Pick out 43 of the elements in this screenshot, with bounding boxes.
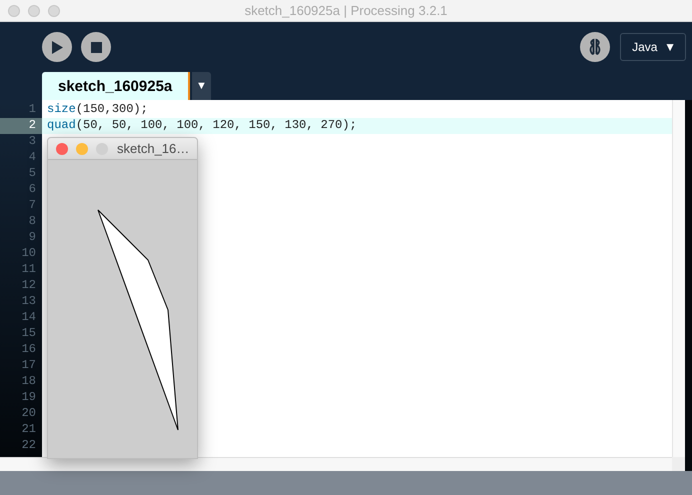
line-number: 4 [28,150,37,166]
window-title: sketch_160925a | Processing 3.2.1 [244,3,448,18]
zoom-button[interactable] [48,4,60,16]
line-number: 18 [20,374,37,390]
line-number: 20 [20,406,37,422]
run-button[interactable] [42,32,72,62]
line-number: 22 [20,438,37,454]
line-number: 12 [20,278,37,294]
line-number: 2 [0,118,42,134]
stop-button[interactable] [81,32,111,62]
line-number: 8 [28,214,37,230]
line-number: 17 [20,358,37,374]
line-number: 19 [20,390,37,406]
scrollbar-corner [672,457,685,471]
line-number: 11 [20,262,37,278]
close-button[interactable] [56,142,68,154]
horizontal-scrollbar[interactable] [0,457,672,471]
line-number: 5 [28,166,37,182]
close-button[interactable] [8,4,20,16]
window-title: sketch_16… [117,141,190,156]
butterfly-icon [587,38,604,56]
line-number: 9 [28,230,37,246]
line-number: 13 [20,294,37,310]
line-number: 3 [28,134,37,150]
line-number: 1 [28,102,37,118]
line-number: 16 [20,342,37,358]
debug-button[interactable] [580,32,610,62]
line-number: 7 [28,198,37,214]
mode-dropdown[interactable]: Java ▼ [620,33,686,61]
zoom-button[interactable] [96,142,108,154]
minimize-button[interactable] [28,4,40,16]
file-tab[interactable]: sketch_160925a [42,72,190,100]
tab-menu-button[interactable]: ▼ [192,72,211,100]
line-number: 15 [20,326,37,342]
line-number: 14 [20,310,37,326]
stop-icon [90,42,102,52]
line-number: 21 [20,422,37,438]
line-number: 6 [28,182,37,198]
play-icon [52,40,62,54]
code-line: size(150,300); [46,102,149,118]
line-number: 10 [20,246,37,262]
vertical-scrollbar[interactable] [672,100,685,457]
minimize-button[interactable] [76,142,88,154]
